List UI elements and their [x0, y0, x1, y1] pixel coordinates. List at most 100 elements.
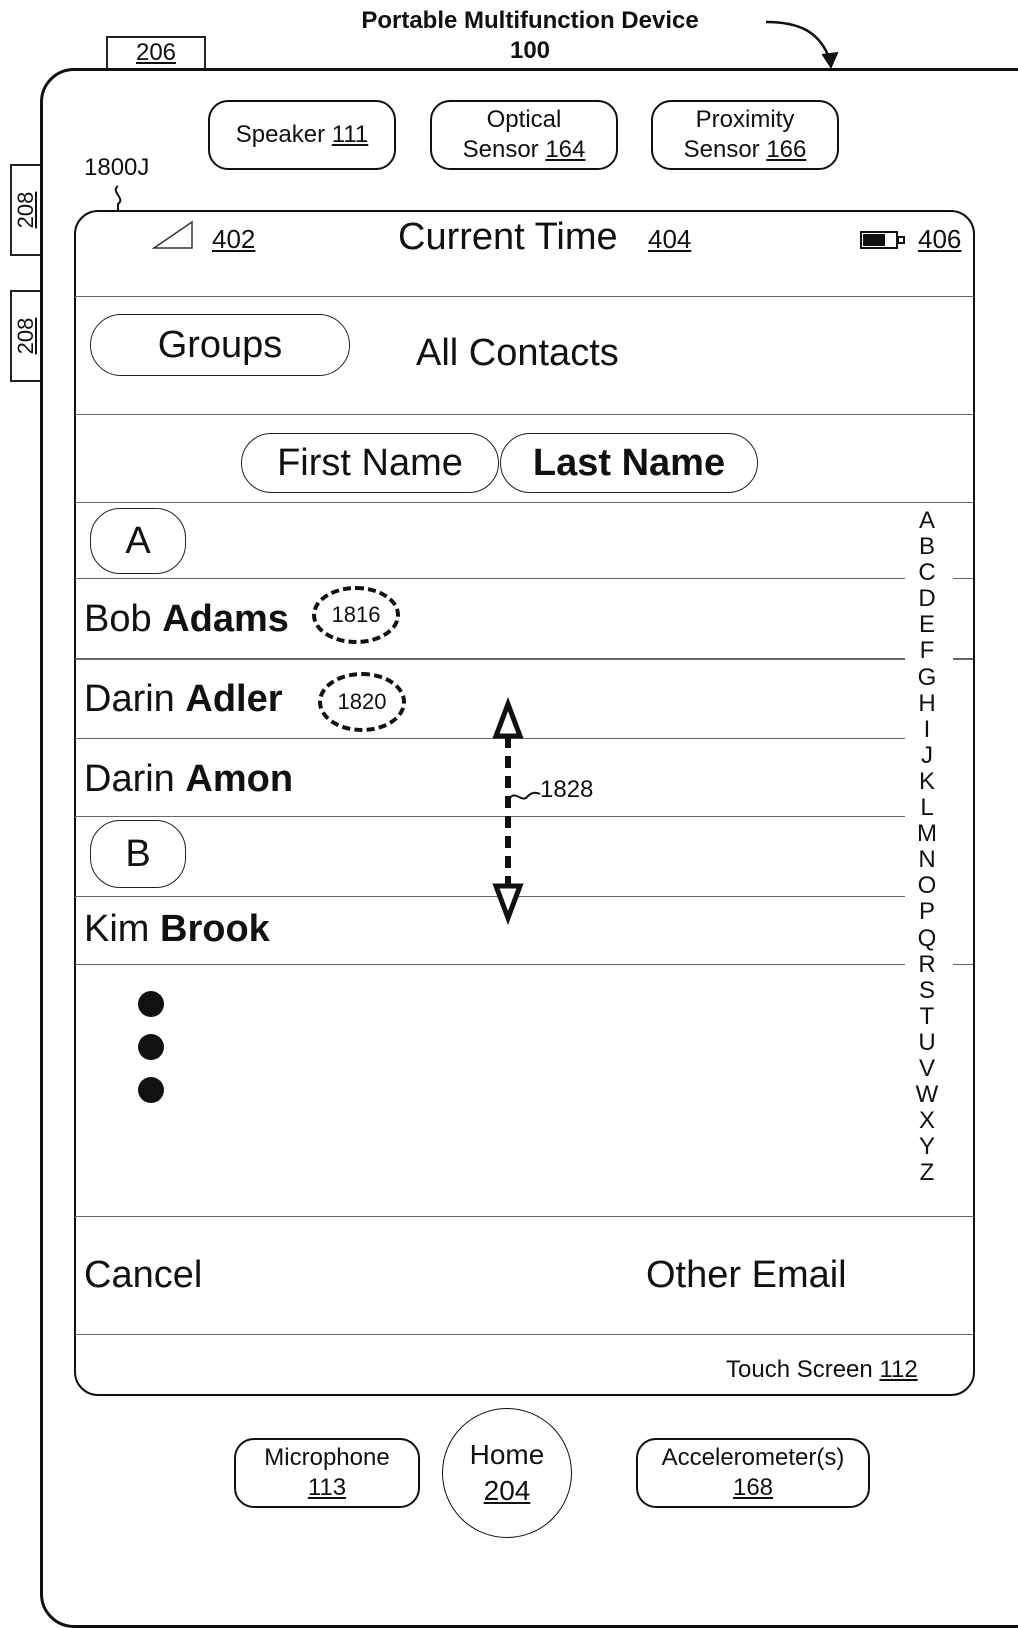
- index-letter-i[interactable]: I: [912, 716, 942, 743]
- side-button-lower-label: 208: [13, 317, 38, 355]
- accelerometer-box: Accelerometer(s) 168: [636, 1438, 870, 1508]
- home-button-label: Home: [469, 1439, 545, 1470]
- index-letter-r[interactable]: R: [912, 951, 942, 978]
- contact-first-name: Darin: [84, 758, 175, 800]
- scroll-gesture-ref: 1828: [540, 776, 594, 803]
- ref-1820-label: 1820: [337, 689, 387, 714]
- divider-row: [75, 964, 905, 965]
- index-letter-f[interactable]: F: [912, 638, 942, 664]
- index-letter-v[interactable]: V: [912, 1055, 942, 1082]
- scroll-gesture-leader: [509, 791, 541, 800]
- index-letter-p[interactable]: P: [912, 899, 942, 925]
- index-letter-x[interactable]: X: [912, 1108, 942, 1134]
- proximity-sensor-box: Proximity Sensor 166: [651, 100, 839, 170]
- proximity-sensor-label: Sensor: [683, 136, 760, 163]
- side-button-lower[interactable]: 208: [10, 290, 40, 382]
- contact-last-name: Adams: [162, 598, 289, 640]
- microphone-ref: 113: [307, 1474, 347, 1501]
- index-letter-k[interactable]: K: [912, 768, 942, 795]
- signal-ref: 402: [212, 224, 256, 254]
- index-letter-q[interactable]: Q: [912, 925, 942, 952]
- touch-screen-text: Touch Screen: [726, 1356, 873, 1383]
- contact-row-darin-amon[interactable]: Darin Amon: [84, 758, 293, 801]
- divider-nav: [75, 414, 974, 415]
- contact-last-name: Brook: [160, 908, 270, 950]
- divider-row: [75, 658, 905, 660]
- figure-title-line1: Portable Multifunction Device: [361, 7, 699, 34]
- screen-ref-label: 1800J: [84, 154, 150, 181]
- divider-row: [75, 578, 905, 579]
- optical-sensor-box: Optical Sensor 164: [430, 100, 618, 170]
- contact-first-name: Kim: [84, 908, 150, 950]
- optical-sensor-label: Sensor: [462, 136, 539, 163]
- index-letter-m[interactable]: M: [912, 821, 942, 847]
- battery-icon: [860, 231, 905, 249]
- contact-row-darin-adler[interactable]: Darin Adler: [84, 678, 283, 721]
- speaker-label: Speaker: [235, 121, 326, 148]
- ref-206-box: 206: [106, 36, 206, 70]
- divider-sort: [75, 502, 974, 503]
- other-email-button[interactable]: Other Email: [646, 1254, 847, 1297]
- index-letter-w[interactable]: W: [912, 1082, 942, 1108]
- index-letter-s[interactable]: S: [912, 977, 942, 1004]
- index-letter-z[interactable]: Z: [912, 1160, 942, 1186]
- battery-ref: 406: [918, 224, 962, 254]
- contact-last-name: Adler: [185, 678, 283, 720]
- index-letter-e[interactable]: E: [912, 612, 942, 638]
- index-letter-l[interactable]: L: [912, 794, 942, 821]
- contact-row-bob-adams[interactable]: Bob Adams: [84, 598, 289, 641]
- current-time-ref: 404: [648, 224, 692, 254]
- index-letter-c[interactable]: C: [912, 560, 942, 586]
- index-letter-u[interactable]: U: [912, 1029, 942, 1056]
- index-letter-d[interactable]: D: [912, 586, 942, 612]
- optical-sensor-ref: 164: [545, 136, 586, 163]
- index-letter-o[interactable]: O: [912, 873, 942, 899]
- accelerometer-label: Accelerometer(s): [661, 1444, 845, 1471]
- divider-status: [75, 296, 974, 297]
- ref-1820-callout: 1820: [318, 672, 406, 732]
- signal-strength-icon: [152, 220, 193, 249]
- groups-button[interactable]: Groups: [90, 314, 350, 376]
- scroll-gesture-arrow: [492, 696, 524, 926]
- alphabet-index[interactable]: ABCDEFGHIJKLMNOPQRSTUVWXYZ: [912, 507, 942, 1186]
- more-dot-1: [138, 991, 164, 1017]
- contact-last-name: Amon: [185, 758, 294, 800]
- index-letter-n[interactable]: N: [912, 847, 942, 873]
- more-dot-3: [138, 1077, 164, 1103]
- groups-button-label: Groups: [157, 323, 283, 366]
- figure-title-line2: 100: [509, 37, 551, 64]
- divider-row-end: [953, 578, 973, 579]
- ref-1816-label: 1816: [331, 602, 381, 627]
- sort-first-name-button[interactable]: First Name: [241, 433, 499, 493]
- section-header-b: B: [90, 820, 186, 888]
- divider-bottom: [75, 1334, 974, 1335]
- index-letter-a[interactable]: A: [912, 507, 942, 534]
- touch-screen-ref: 112: [879, 1356, 918, 1383]
- sort-last-name-button[interactable]: Last Name: [500, 433, 758, 493]
- section-header-a-label: A: [125, 519, 151, 562]
- index-letter-y[interactable]: Y: [912, 1134, 942, 1160]
- home-button[interactable]: Home 204: [442, 1408, 572, 1538]
- cancel-button[interactable]: Cancel: [84, 1254, 202, 1297]
- microphone-label: Microphone: [264, 1444, 390, 1471]
- index-letter-h[interactable]: H: [912, 690, 942, 717]
- home-button-ref: 204: [483, 1475, 531, 1506]
- ref-206-label: 206: [135, 39, 177, 66]
- section-header-a: A: [90, 508, 186, 574]
- touch-screen-label: Touch Screen 112: [726, 1356, 918, 1384]
- index-letter-g[interactable]: G: [912, 664, 942, 691]
- proximity-sensor-line1: Proximity: [695, 106, 795, 133]
- microphone-box: Microphone 113: [234, 1438, 420, 1508]
- index-letter-t[interactable]: T: [912, 1003, 942, 1030]
- contact-row-kim-brook[interactable]: Kim Brook: [84, 908, 270, 951]
- contact-first-name: Darin: [84, 678, 175, 720]
- optical-sensor-line1: Optical: [486, 106, 562, 133]
- index-letter-b[interactable]: B: [912, 534, 942, 560]
- proximity-sensor-ref: 166: [766, 136, 807, 163]
- figure-title: Portable Multifunction Device 100: [320, 6, 740, 66]
- section-header-b-label: B: [125, 832, 151, 875]
- more-dot-2: [138, 1034, 164, 1060]
- index-letter-j[interactable]: J: [912, 742, 942, 769]
- side-button-upper[interactable]: 208: [10, 164, 40, 256]
- accelerometer-ref: 168: [732, 1474, 774, 1501]
